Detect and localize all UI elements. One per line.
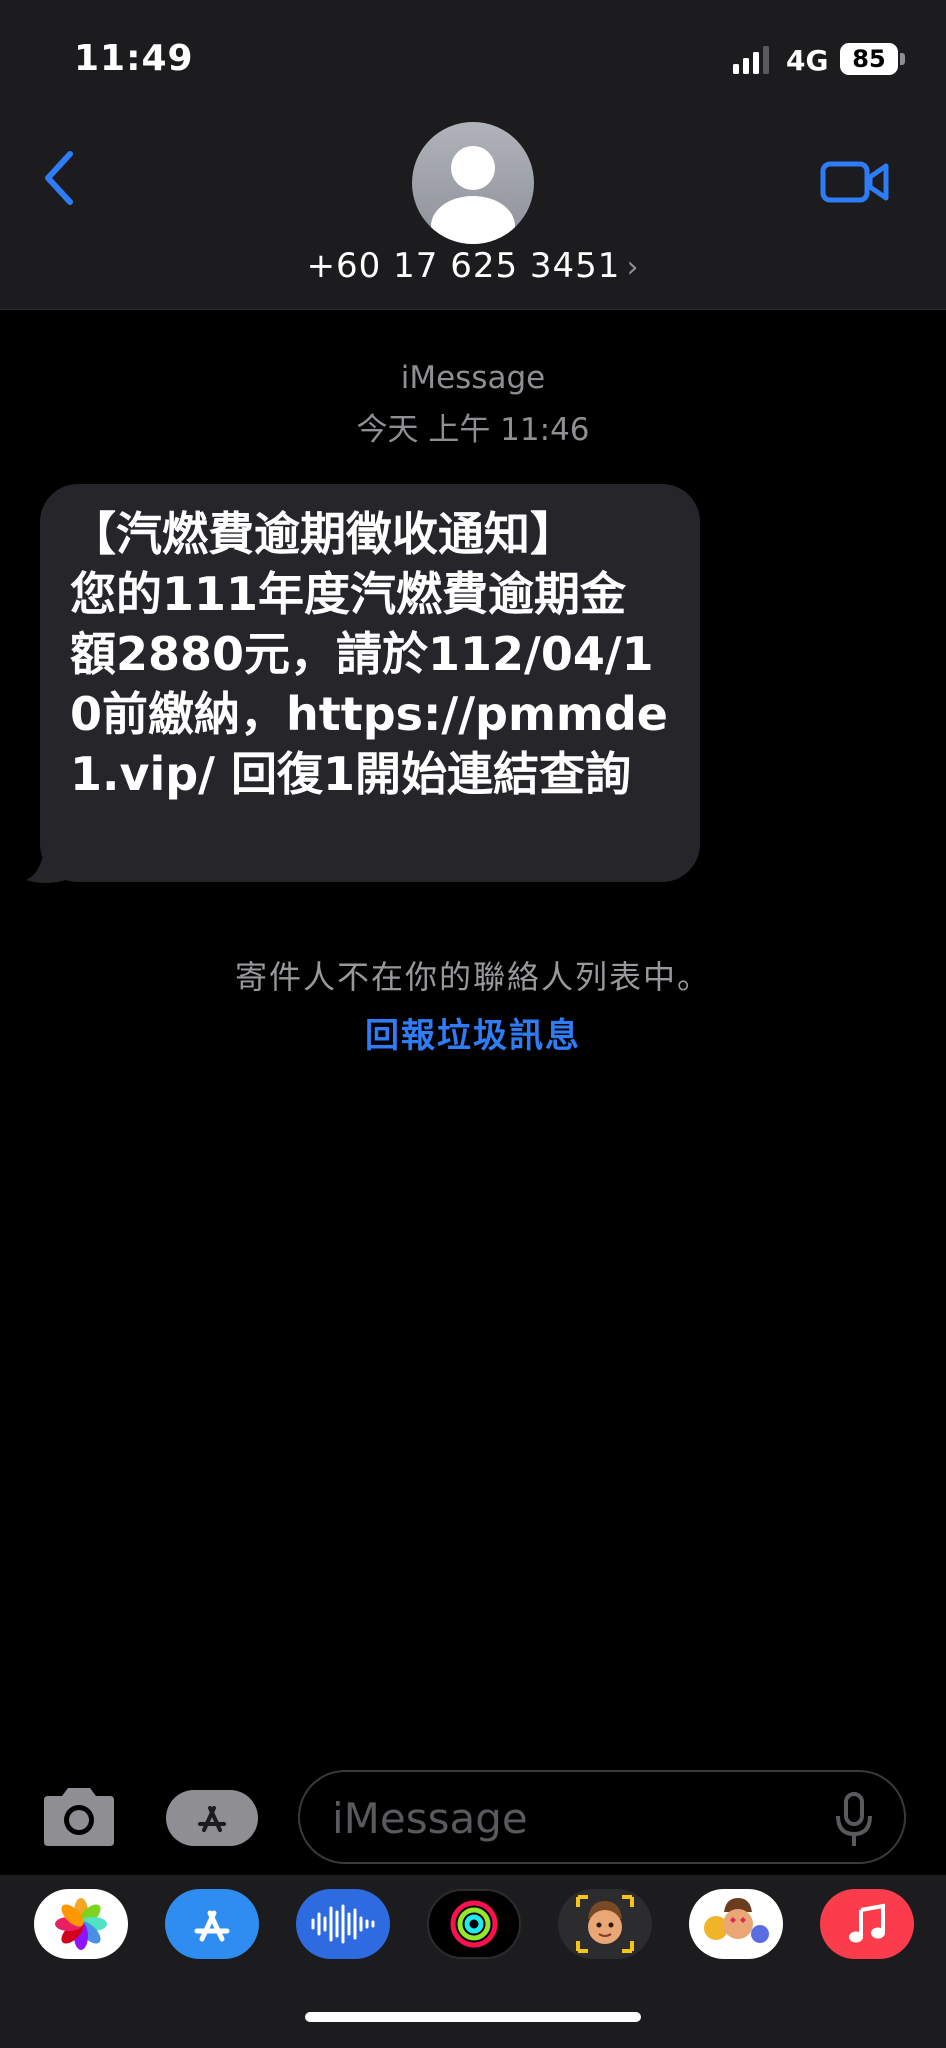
- microphone-icon[interactable]: [834, 1792, 874, 1848]
- photos-icon[interactable]: [34, 1889, 128, 1959]
- waveform-glyph: [311, 1904, 375, 1944]
- app-drawer: [0, 1875, 946, 2048]
- network-type: 4G: [786, 44, 829, 77]
- memoji-stickers-glyph: [704, 1898, 769, 1943]
- memoji-stickers-icon[interactable]: [689, 1889, 783, 1959]
- app-store-icon[interactable]: [165, 1889, 259, 1959]
- app-store-icon[interactable]: [166, 1790, 258, 1846]
- contact-number: +60 17 625 3451: [306, 246, 621, 286]
- status-bar: 11:49 4G 85: [0, 0, 946, 120]
- message-input[interactable]: iMessage: [298, 1770, 906, 1864]
- cellular-signal-icon: [733, 46, 769, 74]
- memoji-icon[interactable]: [558, 1889, 652, 1959]
- battery-icon: 85: [840, 43, 898, 75]
- camera-icon[interactable]: [40, 1786, 118, 1848]
- status-time: 11:49: [74, 38, 194, 79]
- battery-tip: [900, 53, 905, 65]
- contact-avatar[interactable]: [412, 122, 534, 244]
- activity-icon[interactable]: [427, 1889, 521, 1959]
- contact-name[interactable]: +60 17 625 3451 ›: [0, 246, 946, 286]
- message-timestamp: 今天 上午 11:46: [356, 412, 590, 448]
- conversation-header: +60 17 625 3451 ›: [0, 120, 946, 310]
- message-composer: iMessage: [0, 1760, 946, 1870]
- service-label: iMessage: [400, 360, 546, 396]
- message-input-placeholder: iMessage: [332, 1794, 528, 1843]
- video-camera-icon[interactable]: [820, 160, 890, 204]
- app-store-glyph: [194, 1910, 230, 1942]
- home-indicator[interactable]: [305, 2012, 641, 2022]
- person-icon: [431, 146, 515, 244]
- music-note-glyph: [849, 1903, 885, 1943]
- report-junk-link[interactable]: 回報垃圾訊息: [0, 1008, 946, 1057]
- chevron-left-icon[interactable]: [40, 148, 80, 208]
- photos-glyph: [55, 1898, 107, 1950]
- bubble-tail: [26, 850, 66, 883]
- unknown-sender-notice: 寄件人不在你的聯絡人列表中。: [234, 958, 711, 996]
- activity-rings-glyph: [450, 1900, 498, 1948]
- chevron-right-icon: ›: [626, 250, 640, 285]
- app-store-glyph: [198, 1806, 226, 1832]
- battery-level: 85: [852, 45, 886, 73]
- audio-message-icon[interactable]: [296, 1889, 390, 1959]
- music-icon[interactable]: [820, 1889, 914, 1959]
- incoming-message-bubble[interactable]: 【汽燃費逾期徵收通知】 您的111年度汽燃費逾期金額2880元，請於112/04…: [40, 484, 700, 882]
- message-text: 【汽燃費逾期徵收通知】 您的111年度汽燃費逾期金額2880元，請於112/04…: [70, 507, 668, 801]
- memoji-face-glyph: [576, 1895, 634, 1953]
